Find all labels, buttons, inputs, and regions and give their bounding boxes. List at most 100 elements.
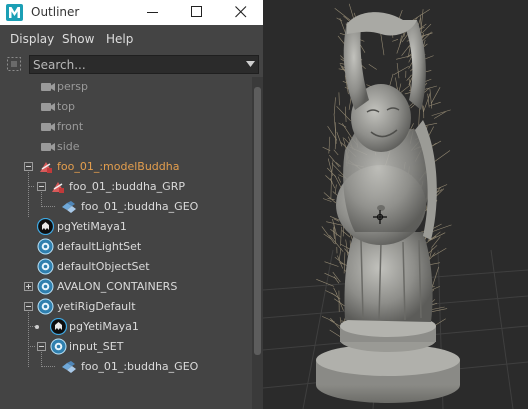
fur-strand — [330, 317, 342, 331]
fur-strand — [334, 8, 351, 21]
fur-strand — [392, 39, 399, 42]
3d-viewport[interactable] — [263, 0, 528, 409]
collapse-toggle[interactable] — [37, 182, 46, 191]
tree-item-label: persp — [57, 80, 88, 93]
fur-strand — [324, 272, 337, 279]
object-set-icon — [50, 338, 67, 355]
menu-show[interactable]: Show — [62, 25, 94, 53]
mesh-icon — [62, 201, 76, 213]
tree-item-label: foo_01_:modelBuddha — [57, 160, 180, 173]
fur-strand — [432, 150, 451, 164]
tree-item-pgYetiMaya1[interactable]: pgYetiMaya1 — [0, 217, 252, 237]
set-member-dot — [35, 325, 39, 329]
tree-item-defaultObjectSet[interactable]: defaultObjectSet — [0, 257, 252, 277]
collapse-toggle[interactable] — [24, 302, 33, 311]
fur-strand — [336, 106, 351, 122]
mesh-icon — [62, 361, 76, 373]
maximize-button[interactable] — [175, 0, 219, 25]
fur-strand — [396, 62, 400, 79]
reference-transform-icon — [52, 182, 64, 193]
fur-strand — [420, 9, 424, 29]
tree-item-label: pgYetiMaya1 — [57, 220, 127, 233]
tree-item-label: top — [57, 100, 76, 113]
menu-display[interactable]: Display — [10, 25, 54, 53]
search-input[interactable] — [33, 56, 238, 73]
tree-item-persp[interactable]: persp — [0, 77, 252, 97]
viewport-canvas[interactable] — [263, 0, 528, 409]
tree-item-input-set[interactable]: input_SET — [0, 337, 252, 357]
fur-strand — [430, 87, 441, 104]
close-button[interactable] — [219, 0, 263, 25]
fur-strand — [431, 109, 451, 116]
tree-item-top[interactable]: top — [0, 97, 252, 117]
fur-strand — [330, 159, 334, 179]
reference-transform-icon — [40, 162, 52, 173]
fur-strand — [406, 75, 412, 81]
fur-strand — [333, 149, 339, 156]
fur-strand — [336, 17, 343, 22]
filter-icon[interactable] — [6, 56, 22, 72]
fur-strand — [333, 287, 337, 294]
tree-item-label: foo_01_:buddha_GRP — [69, 180, 185, 193]
window-title: Outliner — [31, 5, 80, 19]
fur-strand — [335, 292, 344, 311]
fur-strand — [423, 92, 431, 112]
title-bar[interactable]: Outliner — [0, 0, 263, 25]
fur-strand — [321, 226, 335, 244]
tree-item-label: defaultLightSet — [57, 240, 142, 253]
fur-strand — [434, 111, 446, 119]
tree-item-yetiRigDefault[interactable]: yetiRigDefault — [0, 297, 252, 317]
tree-scrollbar[interactable] — [252, 77, 263, 409]
fur-strand — [432, 247, 447, 257]
tree-item-pgYetiMaya1-member[interactable]: pgYetiMaya1 — [0, 317, 252, 337]
fur-strand — [328, 136, 331, 154]
fur-strand — [341, 123, 354, 140]
fur-strand — [418, 106, 420, 127]
scrollbar-thumb[interactable] — [254, 87, 261, 355]
fur-strand — [345, 106, 347, 123]
fur-strand — [412, 9, 430, 21]
fur-strand — [336, 131, 343, 147]
camera-icon — [41, 103, 55, 111]
menu-help[interactable]: Help — [106, 25, 133, 53]
fur-strand — [324, 261, 339, 267]
yeti-node-icon — [37, 218, 54, 235]
tree-item-label: AVALON_CONTAINERS — [57, 280, 178, 293]
fur-strand — [338, 248, 342, 261]
chevron-down-icon[interactable] — [246, 61, 255, 67]
fur-strand — [343, 15, 350, 22]
object-set-icon — [37, 258, 54, 275]
collapse-toggle[interactable] — [24, 162, 33, 171]
buddha-statue — [316, 12, 460, 403]
yeti-node-icon — [50, 318, 67, 335]
fur-strand — [333, 97, 336, 115]
fur-strand — [380, 33, 385, 56]
tree-item-buddha-geo[interactable]: foo_01_:buddha_GEO — [0, 197, 252, 217]
tree-item-buddha-geo-member[interactable]: foo_01_:buddha_GEO — [0, 357, 252, 377]
fur-strand — [389, 73, 394, 87]
object-set-icon — [37, 238, 54, 255]
camera-icon — [41, 83, 55, 91]
search-box[interactable] — [29, 55, 259, 74]
fur-strand — [329, 329, 342, 338]
tree-item-defaultLightSet[interactable]: defaultLightSet — [0, 237, 252, 257]
tree-item-front[interactable]: front — [0, 117, 252, 137]
collapse-toggle[interactable] — [37, 342, 46, 351]
tree-item-avalon-containers[interactable]: AVALON_CONTAINERS — [0, 277, 252, 297]
fur-strand — [396, 32, 405, 54]
tree-item-label: front — [57, 120, 84, 133]
tree-item-buddha-grp[interactable]: foo_01_:buddha_GRP — [0, 177, 252, 197]
fur-strand — [340, 226, 342, 246]
tree-item-side[interactable]: side — [0, 137, 252, 157]
expand-toggle[interactable] — [24, 282, 33, 291]
maximize-icon — [191, 6, 202, 17]
fur-strand — [334, 184, 337, 195]
outliner-window: Outliner Display Show Help Search... per… — [0, 0, 263, 409]
tree-item-label: pgYetiMaya1 — [69, 320, 139, 333]
maya-logo-icon — [6, 4, 23, 21]
tree-item-label: foo_01_:buddha_GEO — [81, 200, 199, 213]
minimize-button[interactable] — [131, 0, 175, 25]
tree-item-modelBuddha[interactable]: foo_01_:modelBuddha — [0, 157, 252, 177]
fur-strand — [329, 155, 340, 168]
object-set-icon — [37, 278, 54, 295]
